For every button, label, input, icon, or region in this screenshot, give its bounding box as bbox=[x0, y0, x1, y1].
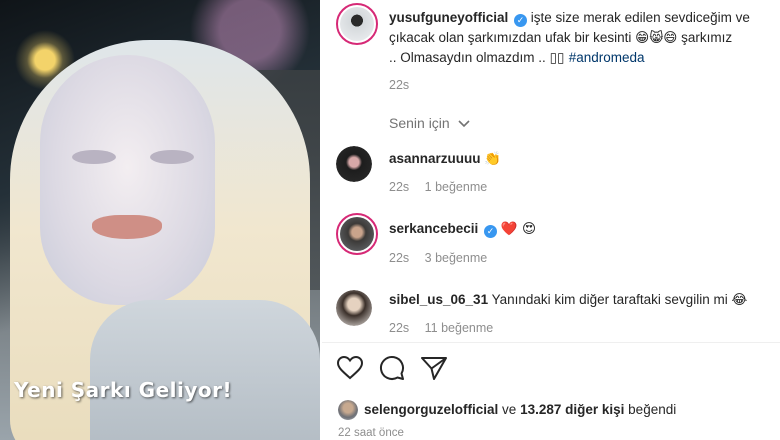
caption-text-1: işte size merak edilen sevdiceğim ve bbox=[530, 10, 750, 25]
person-eye-left bbox=[72, 150, 116, 164]
reel-video[interactable]: Yeni Şarkı Geliyor! bbox=[0, 0, 320, 440]
verified-icon: ✓ bbox=[484, 225, 498, 238]
hashtag-link[interactable]: #andromeda bbox=[569, 50, 645, 65]
likes-connector: ve bbox=[502, 402, 517, 417]
caption-text-2: çıkacak olan şarkımızdan ufak bir kesint… bbox=[389, 30, 632, 45]
comment-likes[interactable]: 3 beğenme bbox=[425, 251, 488, 265]
comment-line: sibel_us_06_31 Yanındaki kim diğer taraf… bbox=[389, 291, 747, 309]
video-caption: Yeni Şarkı Geliyor! bbox=[14, 378, 233, 402]
person-outfit bbox=[90, 300, 320, 440]
comment-likes[interactable]: 1 beğenme bbox=[425, 180, 488, 194]
person-mouth bbox=[92, 215, 162, 239]
comment-avatar[interactable] bbox=[336, 290, 372, 326]
comment-time: 22s bbox=[389, 251, 410, 265]
comment-text: Yanındaki kim diğer taraftaki sevgilin m… bbox=[491, 292, 728, 307]
person-face bbox=[40, 55, 215, 305]
comment-username[interactable]: asannarzuuuu bbox=[389, 151, 481, 166]
person-eye-right bbox=[150, 150, 194, 164]
comment-avatar[interactable] bbox=[336, 146, 372, 182]
post-actions bbox=[336, 354, 448, 382]
heart-icon[interactable] bbox=[336, 354, 364, 382]
for-you-label: Senin için bbox=[389, 115, 450, 131]
share-icon[interactable] bbox=[420, 354, 448, 382]
comment-username[interactable]: serkancebecii bbox=[389, 221, 478, 236]
post-author-avatar[interactable] bbox=[336, 3, 378, 45]
comment-time: 22s bbox=[389, 321, 410, 335]
heart-eyes-emoji-icon: ❤️ 😍 bbox=[500, 221, 537, 237]
post-panel: yusufguneyofficial ✓ işte size merak edi… bbox=[322, 0, 780, 440]
for-you-filter[interactable]: Senin için bbox=[389, 115, 470, 131]
comment-icon[interactable] bbox=[378, 354, 406, 382]
post-timestamp: 22 saat önce bbox=[338, 427, 404, 439]
verified-icon: ✓ bbox=[514, 14, 528, 27]
likes-others[interactable]: 13.287 diğer kişi bbox=[520, 402, 624, 417]
post-caption-line-1: yusufguneyofficial ✓ işte size merak edi… bbox=[389, 9, 750, 27]
post-author-username[interactable]: yusufguneyofficial bbox=[389, 10, 508, 25]
comment-meta: 22s 1 beğenme bbox=[389, 178, 487, 196]
grin-emoji-icon: 😁😸😄 bbox=[635, 30, 678, 46]
comment-meta: 22s 11 beğenme bbox=[389, 319, 493, 337]
comment-meta: 22s 3 beğenme bbox=[389, 249, 487, 267]
laugh-emoji-icon: 😂 bbox=[731, 292, 748, 308]
likes-verb: beğendi bbox=[628, 402, 677, 417]
caption-text-2-tail: şarkımız bbox=[681, 30, 733, 45]
comment-avatar[interactable] bbox=[336, 213, 378, 255]
divider bbox=[322, 342, 780, 343]
comment-line: asannarzuuuu 👏 bbox=[389, 150, 501, 168]
box-glyph-icon: ▯▯ bbox=[549, 50, 569, 66]
comment-time: 22s bbox=[389, 180, 410, 194]
clap-emoji-icon: 👏 bbox=[484, 151, 502, 167]
chevron-down-icon bbox=[458, 117, 470, 131]
likes-summary: selengorguzelofficial ve 13.287 diğer ki… bbox=[364, 401, 676, 419]
comment-username[interactable]: sibel_us_06_31 bbox=[389, 292, 488, 307]
post-caption-line-3: .. Olmasaydın olmazdım .. ▯▯ #andromeda bbox=[389, 49, 645, 67]
post-time: 22s bbox=[389, 78, 410, 92]
liked-by-avatar[interactable] bbox=[338, 400, 358, 420]
post-caption-line-2: çıkacak olan şarkımızdan ufak bir kesint… bbox=[389, 29, 732, 47]
comment-likes[interactable]: 11 beğenme bbox=[425, 321, 494, 335]
comment-line: serkancebecii ✓ ❤️ 😍 bbox=[389, 220, 536, 238]
caption-text-3: .. Olmasaydın olmazdım .. bbox=[389, 50, 550, 65]
liked-by-user[interactable]: selengorguzelofficial bbox=[364, 402, 498, 417]
